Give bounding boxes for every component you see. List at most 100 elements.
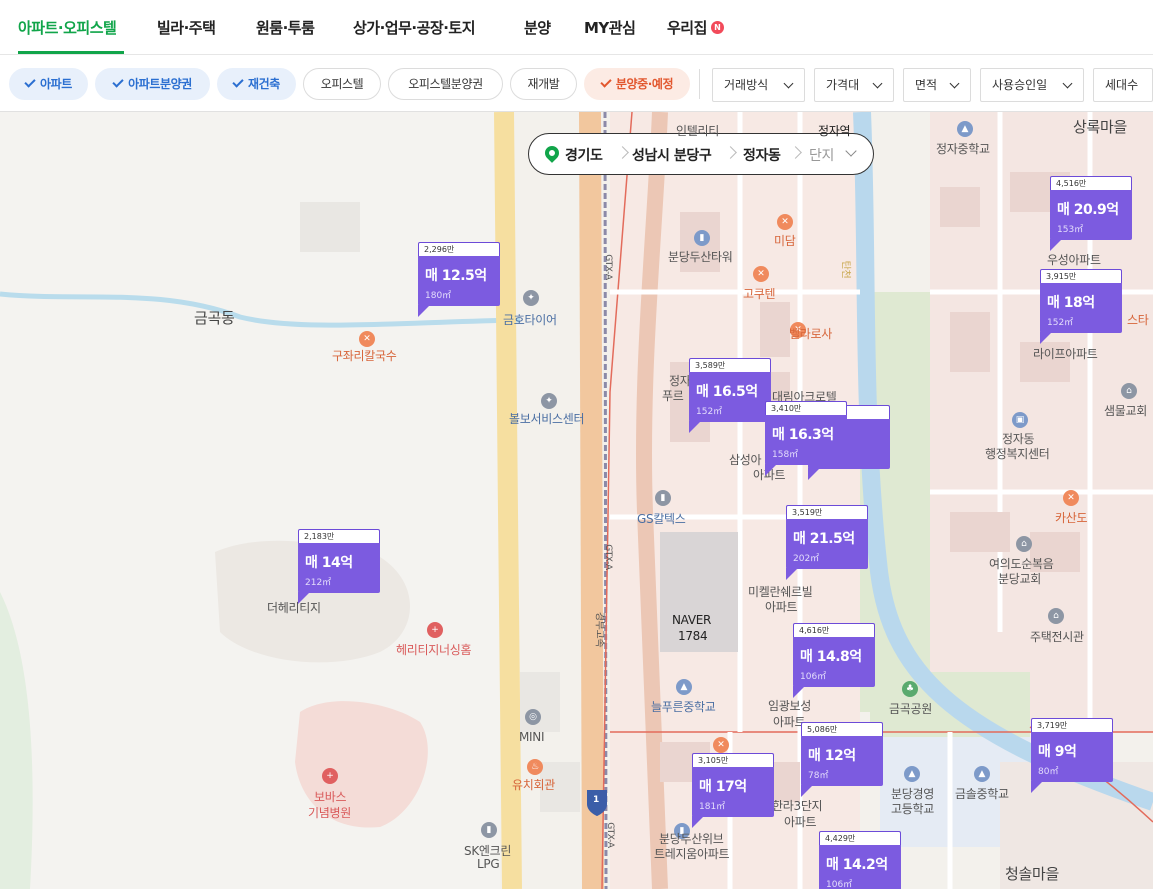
marker-price: 매 12.5억 [425, 268, 487, 284]
dropdown-approval-date[interactable]: 사용승인일 [980, 68, 1084, 102]
location-pin-icon [542, 143, 562, 163]
price-per-unit: 4,429만 [819, 831, 901, 845]
chip-redevelopment[interactable]: 재개발 [510, 68, 577, 100]
school-icon: ▲ [904, 766, 920, 782]
place-label: 상록마을 [1073, 118, 1128, 136]
dropdown-label: 가격대 [826, 78, 860, 92]
place-label: MINI [519, 730, 545, 744]
chevron-down-icon [872, 78, 883, 89]
price-marker[interactable]: 5,086만 매 12억 78㎡ [801, 722, 883, 797]
place-label: 보바스 [314, 790, 347, 804]
region-breadcrumb[interactable]: 경기도 성남시 분당구 정자동 단지 [528, 133, 874, 175]
highway-number: 1 [593, 795, 599, 805]
price-per-unit: 3,410만 [765, 401, 847, 415]
price-marker[interactable]: 3,410만 매 16.3억 158㎡ [765, 401, 847, 476]
price-marker[interactable]: 4,429만 매 14.2억 106㎡ [819, 831, 901, 889]
marker-price: 매 16.5억 [696, 384, 758, 400]
marker-area: 106㎡ [800, 672, 827, 682]
chevron-right-icon [789, 146, 802, 159]
price-marker[interactable]: 2,296만 매 12.5억 180㎡ [418, 242, 500, 317]
chip-officetel-presale[interactable]: 오피스텔분양권 [388, 68, 503, 100]
marker-price: 매 18억 [1047, 295, 1095, 311]
tab-apartment-officetel[interactable]: 아파트·오피스텔 [18, 17, 117, 38]
chevron-right-icon [616, 146, 629, 159]
building-icon: ▮ [694, 230, 710, 246]
chip-label: 오피스텔분양권 [408, 77, 483, 91]
price-per-unit: 3,719만 [1031, 718, 1113, 732]
chip-officetel[interactable]: 오피스텔 [303, 68, 381, 100]
place-label: 정자역 [818, 124, 851, 138]
tab-my-home[interactable]: 우리집 [667, 17, 707, 38]
breadcrumb-dong[interactable]: 정자동 [743, 145, 781, 165]
price-marker[interactable]: 3,915만 매 18억 152㎡ [1040, 269, 1122, 344]
tab-commercial[interactable]: 상가·업무·공장·토지 [353, 17, 476, 38]
place-label: 청솔마을 [1005, 865, 1060, 883]
school-icon: ▲ [974, 766, 990, 782]
restaurant-icon: ✕ [753, 266, 769, 282]
price-marker[interactable]: 3,589만 매 16.5억 152㎡ [689, 358, 771, 433]
marker-area: 158㎡ [772, 450, 799, 460]
place-label: 볼보서비스센터 [509, 412, 585, 426]
church-icon: ⌂ [1121, 383, 1137, 399]
price-marker[interactable]: 4,516만 매 20.9억 153㎡ [1050, 176, 1132, 251]
car-dealer-icon: ◎ [525, 709, 541, 725]
price-per-unit: 3,589만 [689, 358, 771, 372]
marker-price: 매 20.9억 [1057, 202, 1119, 218]
place-label: 더헤리티지 [267, 601, 321, 615]
check-icon [600, 76, 612, 88]
chip-presale-upcoming[interactable]: 분양중·예정 [584, 68, 690, 100]
marker-pointer [786, 568, 798, 580]
chevron-down-icon [783, 78, 794, 89]
map-canvas[interactable]: 경기도 성남시 분당구 정자동 단지 ✦ ✕ ✦ + + ◎ ♨ ▮ ▲ ▮ ✕… [0, 112, 1153, 889]
chip-apartment-presale[interactable]: 아파트분양권 [95, 68, 210, 100]
marker-pointer [692, 816, 704, 828]
filter-divider [699, 69, 700, 99]
dropdown-households[interactable]: 세대수 [1093, 68, 1153, 102]
dropdown-price[interactable]: 가격대 [814, 68, 894, 102]
marker-body: 매 14억 212㎡ [298, 543, 380, 593]
marker-area: 152㎡ [1047, 318, 1074, 328]
tab-presale[interactable]: 분양 [524, 17, 551, 38]
place-label: 트레지움아파트 [654, 847, 730, 861]
chip-label: 오피스텔 [320, 77, 364, 91]
place-label: 샘물교회 [1104, 404, 1147, 418]
restaurant-icon: ♨ [527, 759, 543, 775]
place-label: 우성아파트 [1047, 253, 1101, 267]
marker-body: 매 16.5억 152㎡ [689, 372, 771, 422]
place-label: 라이프아파트 [1033, 347, 1098, 361]
chevron-down-icon [845, 145, 857, 157]
price-marker[interactable]: 3,105만 매 17억 181㎡ [692, 753, 774, 828]
repair-icon: ✦ [541, 393, 557, 409]
breadcrumb-city[interactable]: 성남시 분당구 [632, 145, 712, 165]
dropdown-deal-type[interactable]: 거래방식 [712, 68, 805, 102]
place-label: LPG [477, 857, 500, 871]
tab-oneroom[interactable]: 원룸·투룸 [256, 17, 315, 38]
check-icon [112, 76, 124, 88]
breadcrumb-complex[interactable]: 단지 [809, 145, 834, 165]
place-label: 금곡동 [194, 309, 235, 327]
place-label: 분당두산타워 [668, 250, 733, 264]
place-label: 1784 [678, 629, 708, 643]
price-marker[interactable]: 2,183만 매 14억 212㎡ [298, 529, 380, 604]
price-marker[interactable]: 3,519만 매 21.5억 202㎡ [786, 505, 868, 580]
tab-my-interest[interactable]: MY관심 [584, 17, 636, 38]
place-label: 금곡공원 [889, 702, 932, 716]
chip-reconstruction[interactable]: 재건축 [217, 68, 296, 100]
marker-pointer [689, 421, 701, 433]
price-per-unit: 4,516만 [1050, 176, 1132, 190]
dropdown-label: 세대수 [1105, 78, 1139, 92]
restaurant-icon: ✕ [359, 331, 375, 347]
marker-body: 매 18억 152㎡ [1040, 283, 1122, 333]
place-label: GS칼텍스 [637, 512, 686, 526]
price-marker[interactable]: 4,616만 매 14.8억 106㎡ [793, 623, 875, 698]
dropdown-area[interactable]: 면적 [903, 68, 971, 102]
marker-price: 매 12억 [808, 748, 856, 764]
place-label: 스타 [1127, 313, 1149, 327]
tab-villa-house[interactable]: 빌라·주택 [157, 17, 216, 38]
price-marker[interactable]: 3,719만 매 9억 80㎡ [1031, 718, 1113, 793]
chip-apartment[interactable]: 아파트 [9, 68, 88, 100]
place-label: 아파트 [765, 600, 798, 614]
rail-label: GTX-A [602, 254, 613, 280]
breadcrumb-province[interactable]: 경기도 [565, 145, 603, 165]
hospital-icon: + [322, 768, 338, 784]
